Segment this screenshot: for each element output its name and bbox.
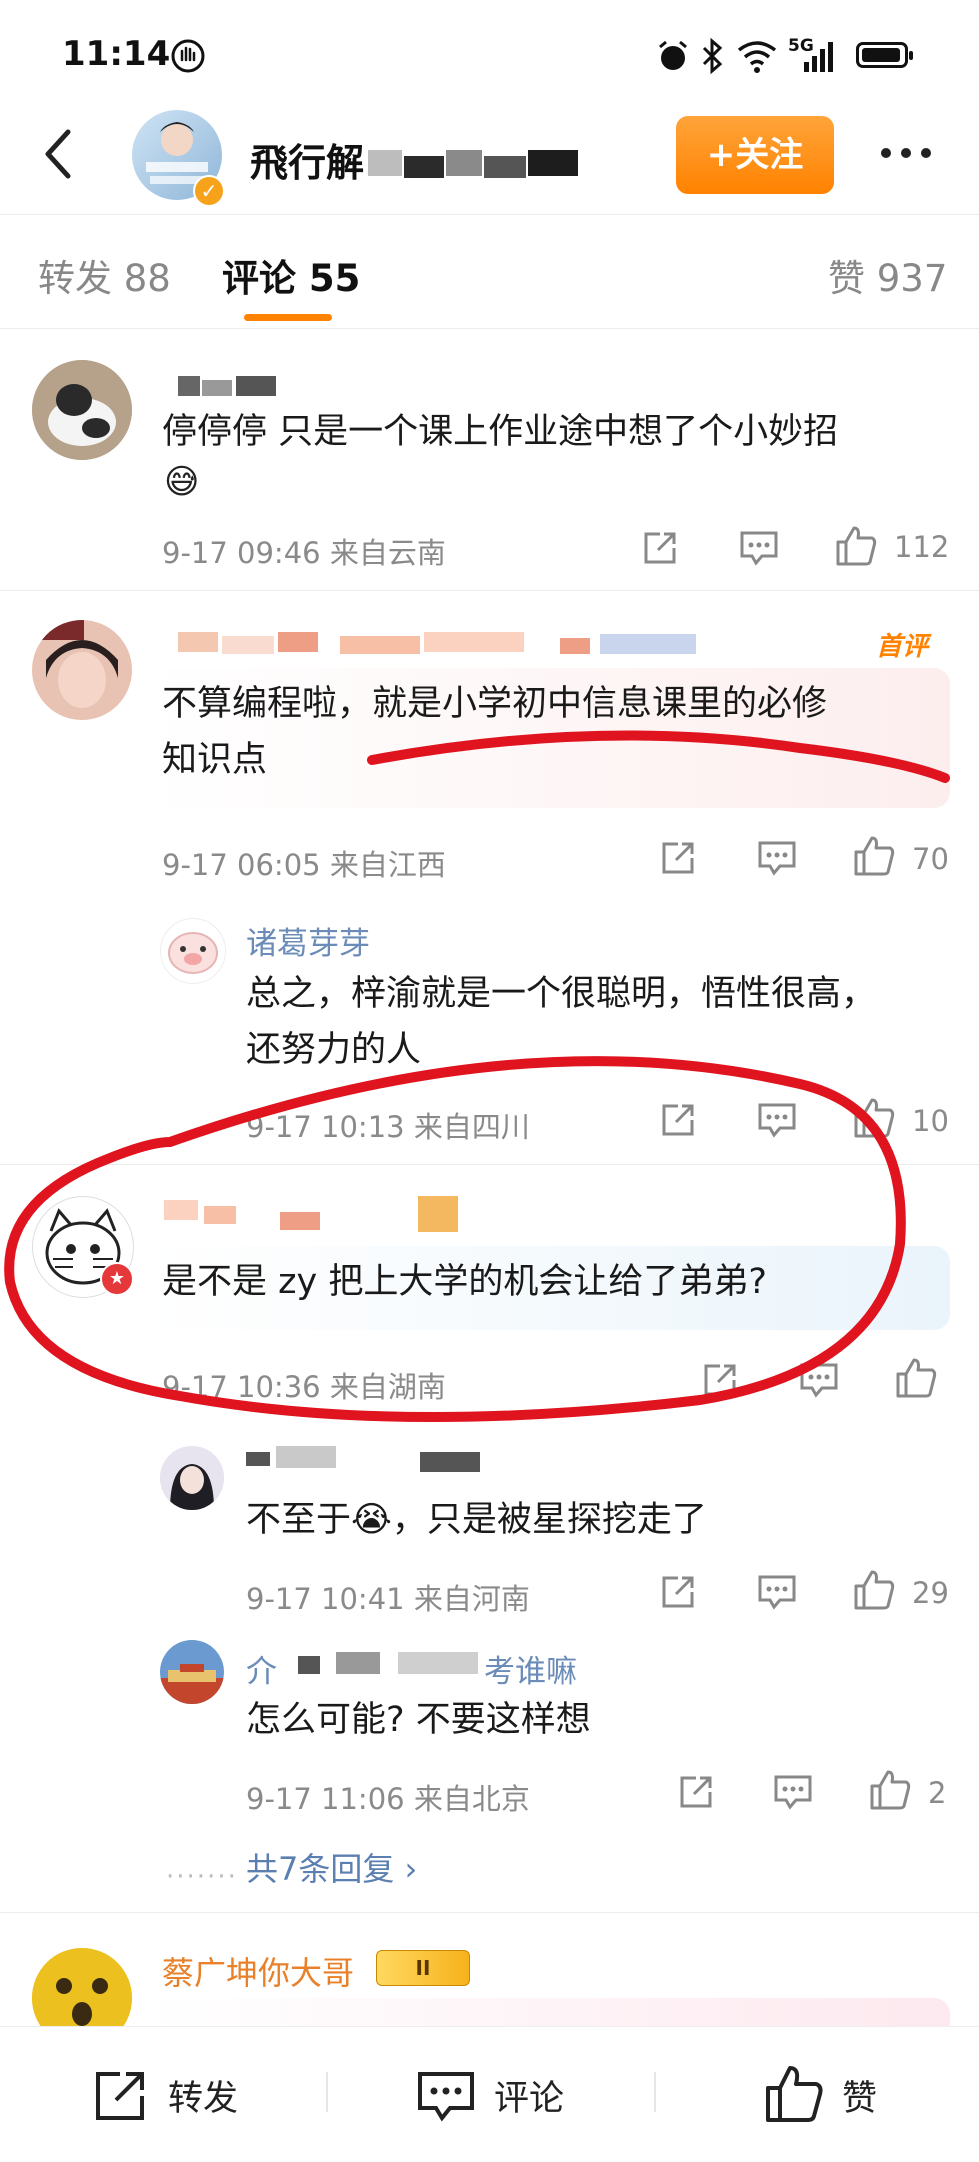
forward-button[interactable]: 转发 — [168, 2070, 238, 2121]
like-button[interactable]: 赞 — [842, 2070, 877, 2121]
comment-button[interactable]: 评论 — [494, 2070, 564, 2121]
comment-icon[interactable] — [416, 2068, 476, 2124]
bottom-separator — [326, 2072, 328, 2112]
like-icon[interactable] — [764, 2064, 824, 2124]
bottom-separator — [654, 2072, 656, 2112]
forward-icon[interactable] — [92, 2068, 148, 2124]
red-annotation-layer — [4, 730, 950, 1423]
red-underline-annotation — [367, 730, 950, 783]
red-circle-annotation — [4, 1056, 906, 1423]
